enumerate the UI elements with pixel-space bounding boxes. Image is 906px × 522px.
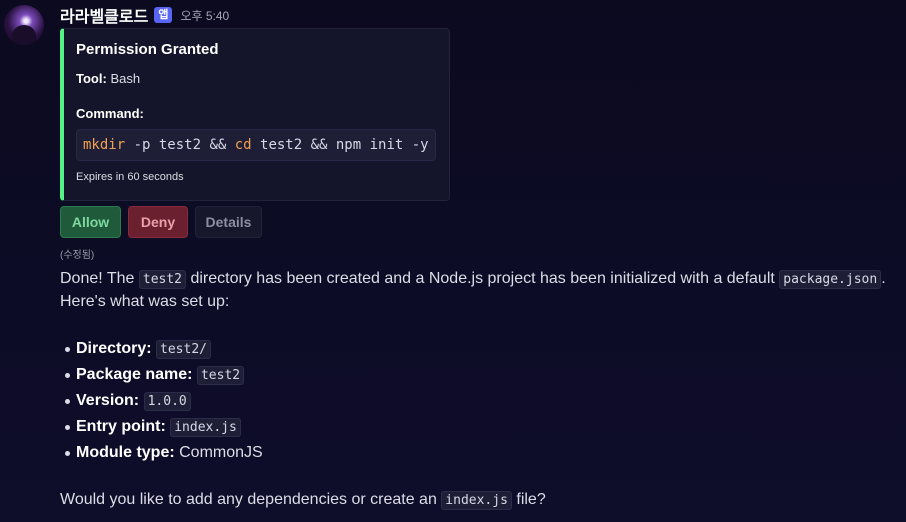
permission-buttons: Allow Deny Details <box>60 206 262 238</box>
message-header: 라라벨클로드 앱 오후 5:40 <box>60 3 229 27</box>
message-intro: Done! The test2 directory has been creat… <box>60 268 890 313</box>
inline-code-test2: test2 <box>138 270 187 289</box>
list-item: Module type: CommonJS <box>65 442 263 468</box>
tool-value: Bash <box>110 71 141 86</box>
message-outro: Would you like to add any dependencies o… <box>60 489 890 512</box>
intro-text-2: directory has been created and a Node.js… <box>186 270 780 287</box>
list-item: Version: 1.0.0 <box>65 390 263 416</box>
list-item-value: 1.0.0 <box>143 392 191 411</box>
command-token-mkdir: mkdir <box>83 137 126 153</box>
list-item: Directory: test2/ <box>65 338 263 364</box>
permission-embed: Permission Granted Tool: Bash Command: m… <box>60 28 450 201</box>
list-item-value: index.js <box>170 418 241 437</box>
list-item-value: test2/ <box>156 340 211 359</box>
command-code-block: mkdir -p test2 && cd test2 && npm init -… <box>76 129 436 161</box>
list-item-label: Directory: <box>76 340 152 357</box>
outro-text-2: file? <box>511 491 546 508</box>
timestamp[interactable]: 오후 5:40 <box>180 7 229 24</box>
inline-code-package-json: package.json <box>779 270 882 289</box>
embed-title: Permission Granted <box>76 41 219 58</box>
list-item: Entry point: index.js <box>65 416 263 442</box>
list-item-value: test2 <box>196 366 245 385</box>
list-item-label: Version: <box>76 392 140 409</box>
tool-field: Tool: Bash <box>76 71 433 86</box>
list-item: Package name: test2 <box>65 364 263 390</box>
intro-text-1: Done! The <box>60 270 139 287</box>
command-token-cd: cd <box>234 137 252 153</box>
expires-text: Expires in 60 seconds <box>76 171 184 183</box>
inline-code-index-js: index.js <box>441 491 512 510</box>
command-token-args-1: -p test2 && <box>125 137 235 153</box>
details-button[interactable]: Details <box>195 206 262 238</box>
tool-label: Tool: <box>76 71 107 86</box>
command-token-args-2: test2 && npm init -y <box>251 137 429 153</box>
allow-button[interactable]: Allow <box>60 206 121 238</box>
bot-avatar[interactable] <box>4 5 44 45</box>
list-item-label: Package name: <box>76 366 193 383</box>
username[interactable]: 라라벨클로드 <box>60 3 148 27</box>
list-item-label: Entry point: <box>76 418 166 435</box>
list-item-label: Module type: <box>76 444 175 461</box>
app-badge: 앱 <box>154 7 173 23</box>
edited-indicator[interactable]: (수정됨) <box>60 246 94 261</box>
outro-text-1: Would you like to add any dependencies o… <box>60 491 442 508</box>
list-item-value: CommonJS <box>179 444 263 461</box>
setup-summary-list: Directory: test2/ Package name: test2 Ve… <box>60 338 263 468</box>
deny-button[interactable]: Deny <box>128 206 188 238</box>
command-label: Command: <box>76 106 144 121</box>
